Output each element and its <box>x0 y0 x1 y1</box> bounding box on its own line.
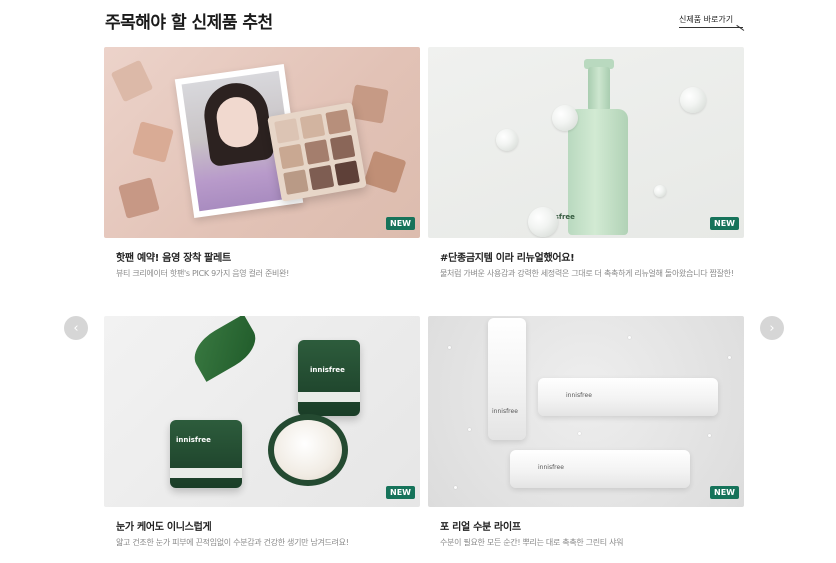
carousel-prev-button[interactable]: ‹ <box>64 316 88 340</box>
product-card-desc: 얇고 건조한 눈가 피부에 끈적임없이 수분감과 건강한 생기만 남겨드려요! <box>116 538 349 547</box>
product-card-title[interactable]: #단종금지템 이라 리뉴얼했어요! <box>440 249 744 264</box>
product-card-eye-cream[interactable]: innisfree innisfree NEW 눈가 케어도 이니스럽게 얇고 … <box>104 316 420 548</box>
product-card-mist[interactable]: innisfree innisfree innisfree NEW 포 리얼 수… <box>428 316 744 548</box>
arrow-right-icon <box>736 24 745 31</box>
product-card-palette[interactable]: NEW 핫팬 예약! 음영 장착 팔레트 뷰티 크리에이터 핫팬's PICK … <box>104 47 420 279</box>
chevron-right-icon: › <box>769 320 775 336</box>
eyeshadow-palette <box>267 102 367 202</box>
section-title: 주목해야 할 신제품 추천 <box>105 13 273 33</box>
new-badge: NEW <box>710 486 739 499</box>
new-badge: NEW <box>386 217 415 230</box>
product-card-desc: 뷰티 크리에이터 핫팬's PICK 9가지 음영 컬러 준비완! <box>116 269 290 278</box>
product-card-desc: 수분이 필요한 모든 순간! 뿌리는 대로 촉촉한 그린티 샤워 <box>440 538 624 547</box>
product-card-cleanser[interactable]: innisfree NEW #단종금지템 이라 리뉴얼했어요! 물처럼 가벼운 … <box>428 47 744 279</box>
jar-brand-text: innisfree <box>310 366 345 374</box>
new-badge: NEW <box>386 486 415 499</box>
product-card-title[interactable]: 눈가 케어도 이니스럽게 <box>116 518 420 533</box>
tube-brand-text: innisfree <box>492 408 518 415</box>
new-products-link-label: 신제품 바로가기 <box>679 15 734 24</box>
product-card-title[interactable]: 포 리얼 수분 라이프 <box>440 518 744 533</box>
jar-brand-text: innisfree <box>176 436 211 444</box>
tube-brand-text: innisfree <box>566 392 592 399</box>
tube-brand-text: innisfree <box>538 464 564 471</box>
new-products-link[interactable]: 신제품 바로가기 <box>679 14 745 31</box>
product-image-eye-cream[interactable]: innisfree innisfree NEW <box>104 316 420 507</box>
product-card-title[interactable]: 핫팬 예약! 음영 장착 팔레트 <box>116 249 420 264</box>
product-image-mist[interactable]: innisfree innisfree innisfree NEW <box>428 316 744 507</box>
carousel-next-button[interactable]: › <box>760 316 784 340</box>
chevron-left-icon: ‹ <box>73 320 79 336</box>
product-image-palette[interactable]: NEW <box>104 47 420 238</box>
new-badge: NEW <box>710 217 739 230</box>
open-jar-cream <box>268 414 348 486</box>
leaf-decoration <box>186 316 264 382</box>
product-card-desc: 물처럼 가벼운 사용감과 강력한 세정력은 그대로 더 촉촉하게 리뉴얼해 돌아… <box>440 269 734 278</box>
product-image-cleanser[interactable]: innisfree NEW <box>428 47 744 238</box>
